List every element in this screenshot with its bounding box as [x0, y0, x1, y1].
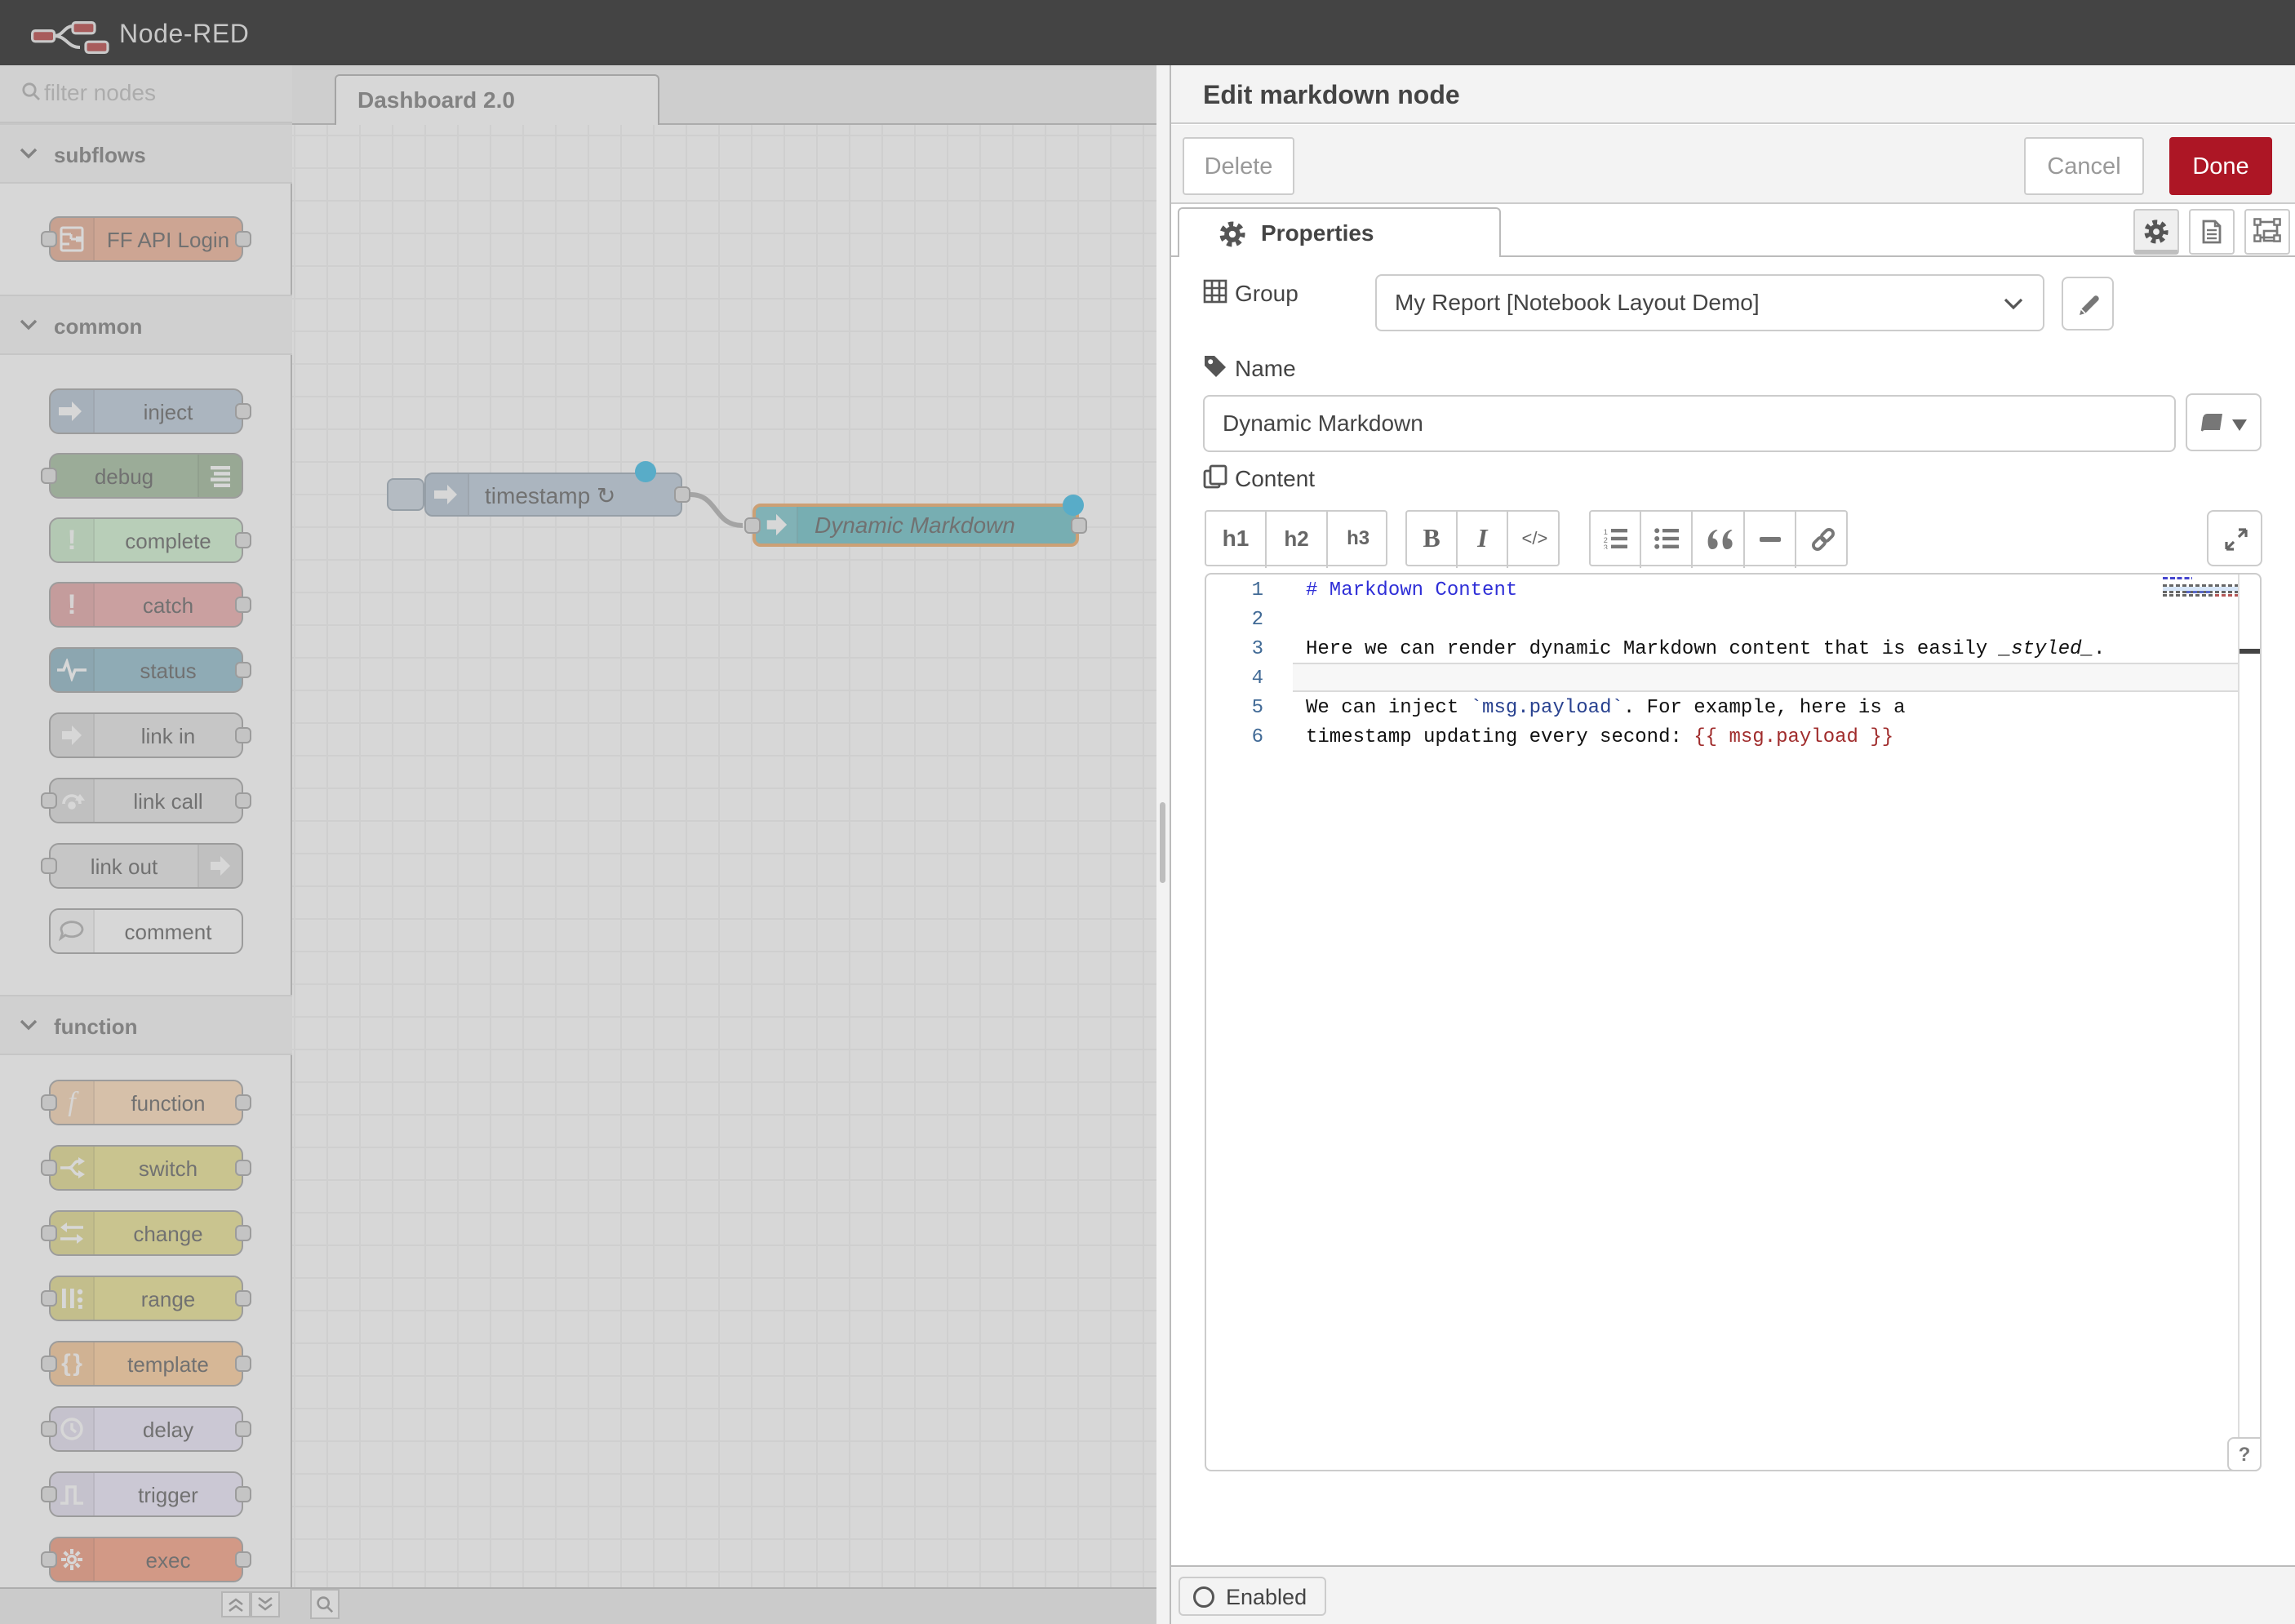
svg-text:3: 3 — [1604, 544, 1608, 549]
svg-text:1: 1 — [1604, 528, 1608, 536]
